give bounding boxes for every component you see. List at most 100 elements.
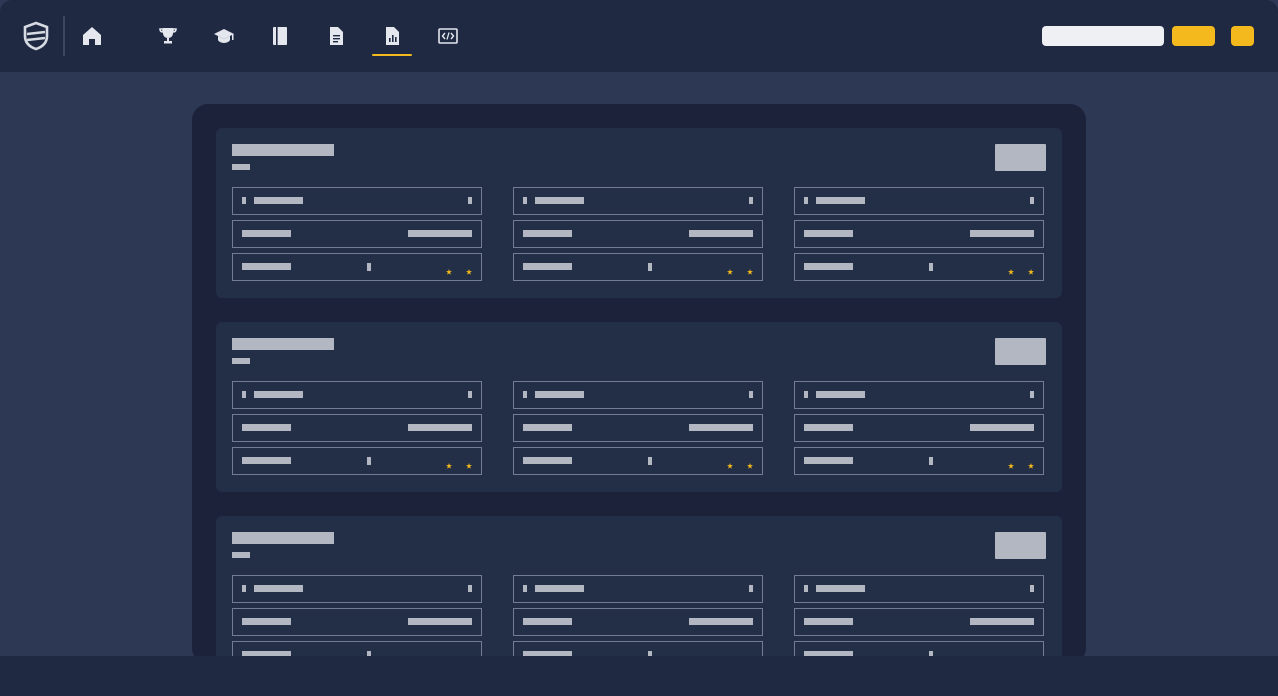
star-icon xyxy=(446,262,452,275)
stat-field xyxy=(513,187,763,215)
shield-logo-icon[interactable] xyxy=(22,21,50,51)
tab-document[interactable] xyxy=(324,24,348,48)
star-icon xyxy=(446,456,452,469)
field-label xyxy=(816,197,865,204)
field-label xyxy=(804,230,853,237)
star-icon xyxy=(727,262,733,275)
card-badge[interactable] xyxy=(995,144,1046,171)
field-marker xyxy=(468,585,472,592)
stat-field xyxy=(513,575,763,603)
field-marker xyxy=(929,263,933,271)
trophy-icon xyxy=(159,28,177,44)
field-marker xyxy=(749,585,753,592)
tab-courses[interactable] xyxy=(212,24,236,48)
star-icon xyxy=(466,456,472,469)
stat-field xyxy=(513,220,763,248)
field-marker xyxy=(468,197,472,204)
stat-field xyxy=(513,381,763,409)
field-marker xyxy=(804,391,808,398)
field-value xyxy=(689,618,753,625)
stat-field xyxy=(232,414,482,442)
card-subtitle xyxy=(232,358,250,364)
stat-field xyxy=(794,187,1044,215)
field-label xyxy=(242,457,291,464)
field-value xyxy=(408,230,472,237)
stat-field xyxy=(232,220,482,248)
stat-field xyxy=(513,447,763,475)
field-marker xyxy=(1030,585,1034,592)
stat-field xyxy=(794,253,1044,281)
field-marker xyxy=(1030,391,1034,398)
star-icon xyxy=(747,262,753,275)
field-marker xyxy=(648,457,652,465)
card-badge[interactable] xyxy=(995,338,1046,365)
notebook-icon xyxy=(273,27,287,45)
field-marker xyxy=(523,391,527,398)
field-marker xyxy=(468,391,472,398)
field-label xyxy=(816,585,865,592)
card-title xyxy=(232,338,334,350)
field-marker xyxy=(804,585,808,592)
top-navigation-bar xyxy=(0,0,1278,72)
stat-field xyxy=(794,447,1044,475)
tab-code[interactable] xyxy=(436,24,460,48)
field-label xyxy=(254,197,303,204)
card-title xyxy=(232,144,334,156)
star-icon xyxy=(1028,262,1034,275)
field-marker xyxy=(523,585,527,592)
card-badge[interactable] xyxy=(995,532,1046,559)
field-label xyxy=(535,391,584,398)
star-icon xyxy=(1028,456,1034,469)
tab-trophy[interactable] xyxy=(156,24,180,48)
field-marker xyxy=(367,263,371,271)
active-tab-indicator xyxy=(372,54,412,56)
field-marker xyxy=(1030,197,1034,204)
field-marker xyxy=(749,197,753,204)
stat-field xyxy=(513,608,763,636)
profile-button[interactable] xyxy=(1231,26,1254,46)
report-chart-icon xyxy=(386,27,399,45)
field-label xyxy=(523,618,572,625)
field-marker xyxy=(749,391,753,398)
card-subtitle xyxy=(232,552,250,558)
tab-report[interactable] xyxy=(380,24,404,48)
graduation-cap-icon xyxy=(214,29,234,43)
field-value xyxy=(970,230,1034,237)
stat-field xyxy=(513,253,763,281)
home-icon[interactable] xyxy=(80,24,104,48)
bottom-bar xyxy=(0,656,1278,696)
stat-field xyxy=(232,253,482,281)
field-label xyxy=(242,618,291,625)
stat-field xyxy=(232,381,482,409)
field-value xyxy=(408,618,472,625)
result-card xyxy=(216,322,1062,492)
stat-field xyxy=(794,381,1044,409)
field-marker xyxy=(523,197,527,204)
tab-notebook[interactable] xyxy=(268,24,292,48)
star-icon xyxy=(466,262,472,275)
field-label xyxy=(242,230,291,237)
field-label xyxy=(535,197,584,204)
result-card xyxy=(216,516,1062,664)
stat-field xyxy=(794,220,1044,248)
star-icon xyxy=(727,456,733,469)
nav-divider xyxy=(63,16,65,56)
field-value xyxy=(689,424,753,431)
stat-field xyxy=(232,447,482,475)
field-label xyxy=(523,263,572,270)
field-value xyxy=(408,424,472,431)
search-input[interactable] xyxy=(1042,26,1164,46)
field-label xyxy=(535,585,584,592)
field-marker xyxy=(242,585,246,592)
stat-field xyxy=(794,575,1044,603)
field-label xyxy=(804,457,853,464)
stat-field xyxy=(232,575,482,603)
field-label xyxy=(804,424,853,431)
primary-action-button[interactable] xyxy=(1172,26,1215,46)
document-icon xyxy=(330,27,343,45)
field-label xyxy=(523,457,572,464)
star-icon xyxy=(1008,262,1014,275)
main-content-panel xyxy=(192,104,1086,664)
field-value xyxy=(970,424,1034,431)
field-label xyxy=(254,391,303,398)
